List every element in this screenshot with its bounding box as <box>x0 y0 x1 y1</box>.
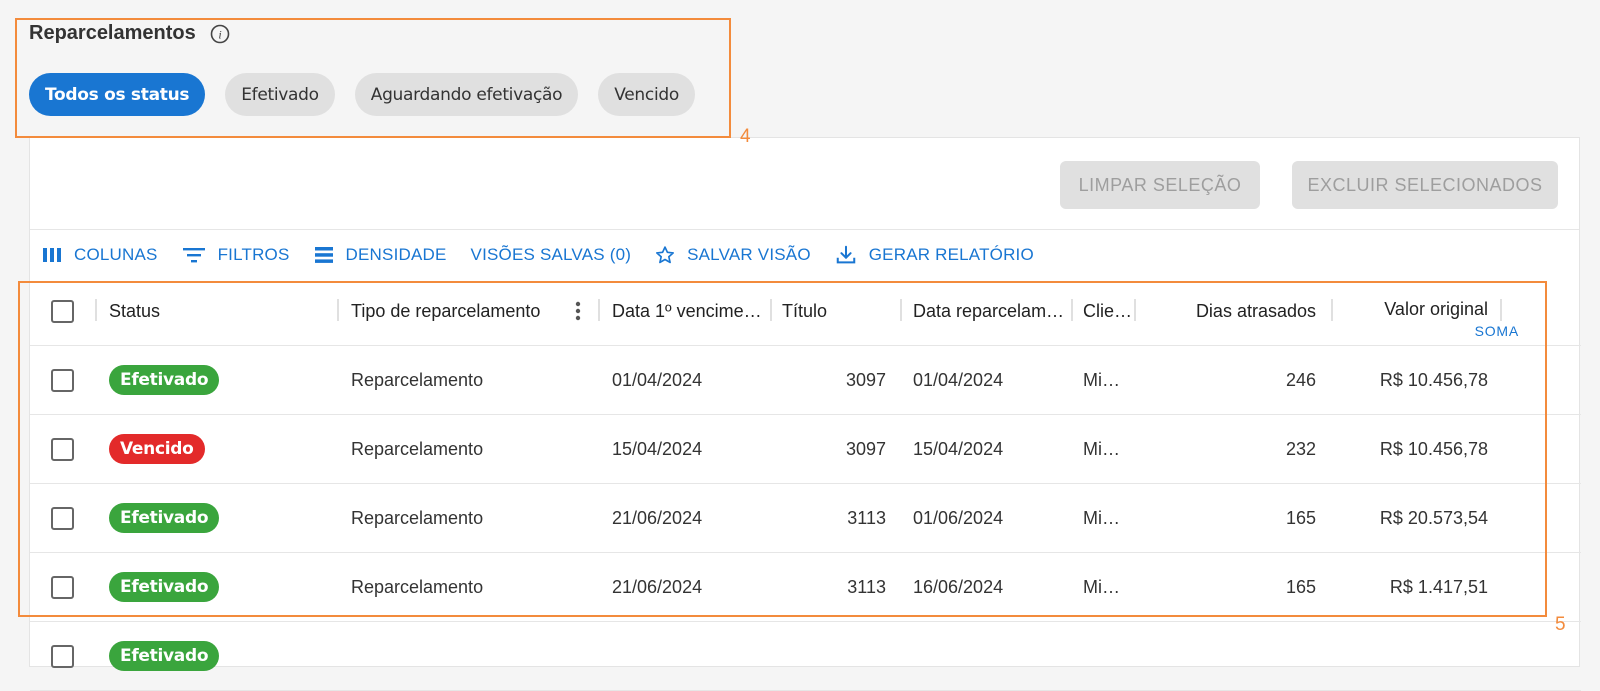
clear-selection-button[interactable]: LIMPAR SELEÇÃO <box>1060 161 1260 209</box>
row-checkbox-cell[interactable] <box>51 622 74 690</box>
dias-atrasados-cell <box>1140 622 1316 690</box>
valor-original-cell <box>1340 622 1488 690</box>
density-icon <box>314 247 333 263</box>
annotation-label-4: 4 <box>740 126 751 147</box>
row-checkbox[interactable] <box>51 644 74 668</box>
filter-icon <box>182 248 205 263</box>
density-label: DENSIDADE <box>345 245 447 264</box>
annotation-box-4 <box>15 18 731 138</box>
table-row[interactable]: Efetivado <box>30 622 1581 691</box>
delete-selected-button[interactable]: EXCLUIR SELECIONADOS <box>1292 161 1558 209</box>
columns-icon <box>43 248 61 262</box>
saved-views-button[interactable]: VISÕES SALVAS (0) <box>471 245 632 265</box>
filters-label: FILTROS <box>217 245 290 264</box>
annotation-label-5: 5 <box>1555 614 1566 635</box>
star-icon <box>656 246 675 264</box>
columns-label: COLUNAS <box>74 245 158 264</box>
status-cell: Efetivado <box>109 622 220 690</box>
filters-button[interactable]: FILTROS <box>182 245 290 265</box>
download-icon <box>836 245 856 264</box>
annotation-box-5 <box>18 281 1547 617</box>
titulo-cell <box>782 622 886 690</box>
saved-views-label: VISÕES SALVAS (0) <box>470 245 632 264</box>
grid-toolbar: COLUNAS FILTROS DENSIDADE VISÕES SALVAS … <box>42 241 1058 269</box>
generate-report-label: GERAR RELATÓRIO <box>868 245 1034 264</box>
save-view-label: SALVAR VISÃO <box>687 245 811 264</box>
generate-report-button[interactable]: GERAR RELATÓRIO <box>835 244 1034 266</box>
columns-button[interactable]: COLUNAS <box>42 245 158 265</box>
status-badge: Efetivado <box>109 641 220 671</box>
save-view-button[interactable]: SALVAR VISÃO <box>655 245 811 265</box>
density-button[interactable]: DENSIDADE <box>314 245 447 265</box>
divider <box>30 229 1579 230</box>
